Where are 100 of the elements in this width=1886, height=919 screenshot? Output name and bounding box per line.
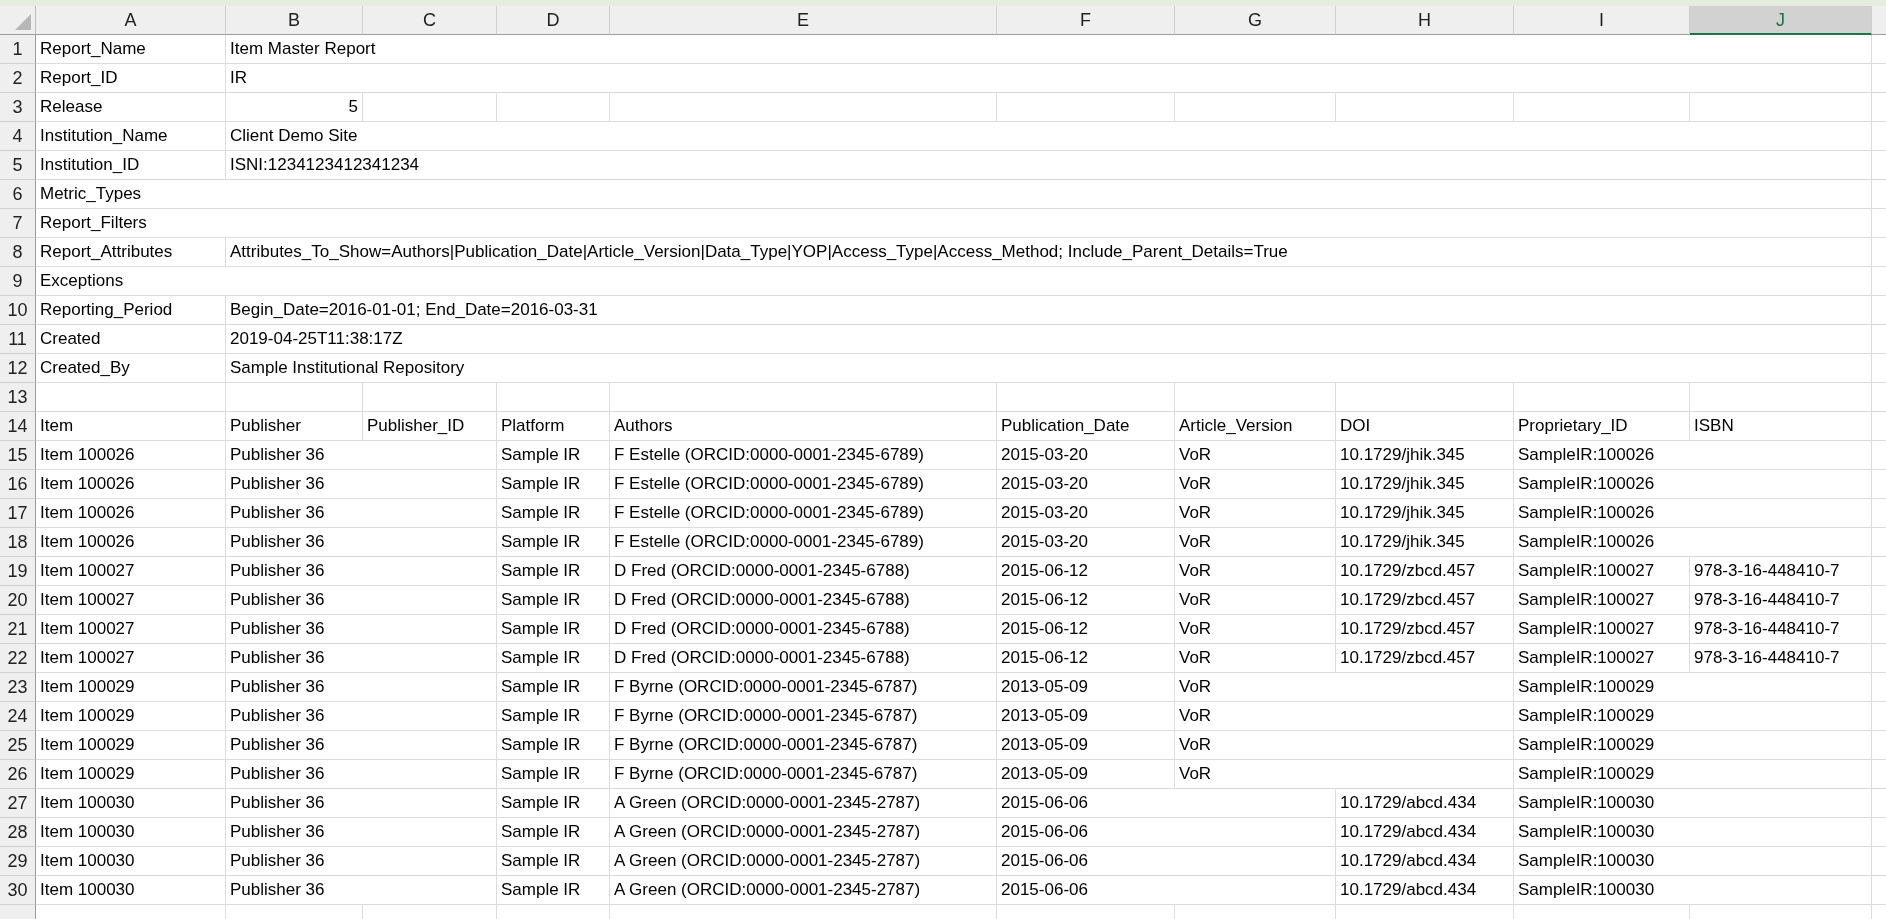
row-header[interactable]: 1 xyxy=(0,35,36,64)
row-header[interactable]: 23 xyxy=(0,673,36,702)
table-cell: Publisher 36 xyxy=(226,847,497,876)
table-cell: 2013-05-09 xyxy=(997,702,1175,731)
table-cell: F Byrne (ORCID:0000-0001-2345-6787) xyxy=(610,760,997,789)
row-header[interactable]: 8 xyxy=(0,238,36,267)
row-header[interactable]: 13 xyxy=(0,383,36,412)
table-cell: SampleIR:100029 xyxy=(1514,702,1872,731)
table-cell: Release xyxy=(36,93,226,122)
table-cell: Item 100027 xyxy=(36,615,226,644)
table-cell: SampleIR:100030 xyxy=(1514,876,1872,905)
row-header[interactable]: 19 xyxy=(0,557,36,586)
row-header[interactable]: 18 xyxy=(0,528,36,557)
table-cell: Item 100029 xyxy=(36,760,226,789)
table-cell: 2015-06-06 xyxy=(997,789,1336,818)
row-header[interactable]: 16 xyxy=(0,470,36,499)
table-cell: Attributes_To_Show=Authors|Publication_Date|Article_Version|Data_Type|YOP|Access_Type|Access_Method; Include_Parent_Details=True xyxy=(226,238,1872,267)
table-cell: F Estelle (ORCID:0000-0001-2345-6789) xyxy=(610,499,997,528)
row-header[interactable]: 28 xyxy=(0,818,36,847)
row-header[interactable]: 15 xyxy=(0,441,36,470)
table-cell: VoR xyxy=(1175,557,1336,586)
table-cell: 10.1729/zbcd.457 xyxy=(1336,586,1514,615)
row-header[interactable]: 30 xyxy=(0,876,36,905)
table-cell: IR xyxy=(226,64,1872,93)
row-header[interactable]: 29 xyxy=(0,847,36,876)
table-cell: 978-3-16-448410-7 xyxy=(1690,557,1872,586)
table-cell: Sample IR xyxy=(497,441,610,470)
row-header[interactable]: 11 xyxy=(0,325,36,354)
table-cell: Created_By xyxy=(36,354,226,383)
row-header[interactable]: 17 xyxy=(0,499,36,528)
table-cell: SampleIR:100029 xyxy=(1514,760,1872,789)
row-header[interactable]: 3 xyxy=(0,93,36,122)
row-header[interactable]: 5 xyxy=(0,151,36,180)
table-cell: 2015-06-06 xyxy=(997,876,1336,905)
column-header[interactable]: F xyxy=(997,6,1175,35)
row-header[interactable]: 20 xyxy=(0,586,36,615)
row-header[interactable]: 9 xyxy=(0,267,36,296)
table-cell: VoR xyxy=(1175,470,1336,499)
row-header[interactable]: 7 xyxy=(0,209,36,238)
column-header[interactable]: I xyxy=(1514,6,1690,35)
table-cell: F Byrne (ORCID:0000-0001-2345-6787) xyxy=(610,673,997,702)
row-header[interactable]: 6 xyxy=(0,180,36,209)
table-cell: Report_Attributes xyxy=(36,238,226,267)
table-cell: 10.1729/jhik.345 xyxy=(1336,470,1514,499)
row-header[interactable]: 22 xyxy=(0,644,36,673)
table-cell: Institution_ID xyxy=(36,151,226,180)
column-header[interactable]: B xyxy=(226,6,363,35)
table-cell: ISNI:1234123412341234 xyxy=(226,151,1872,180)
row-header[interactable]: 14 xyxy=(0,412,36,441)
table-cell: SampleIR:100026 xyxy=(1514,470,1872,499)
table-cell: 978-3-16-448410-7 xyxy=(1690,586,1872,615)
table-cell: Institution_Name xyxy=(36,122,226,151)
table-cell: Item 100030 xyxy=(36,876,226,905)
row-header[interactable]: 21 xyxy=(0,615,36,644)
table-cell: Sample IR xyxy=(497,673,610,702)
table-cell: 10.1729/zbcd.457 xyxy=(1336,615,1514,644)
column-header[interactable]: D xyxy=(497,6,610,35)
row-header[interactable]: 10 xyxy=(0,296,36,325)
column-header[interactable]: H xyxy=(1336,6,1514,35)
row-header[interactable]: 2 xyxy=(0,64,36,93)
column-header[interactable]: E xyxy=(610,6,997,35)
column-header[interactable]: C xyxy=(363,6,497,35)
column-header[interactable]: A xyxy=(36,6,226,35)
table-cell: Publisher 36 xyxy=(226,673,497,702)
table-cell: 2015-06-12 xyxy=(997,615,1175,644)
table-cell: SampleIR:100029 xyxy=(1514,731,1872,760)
table-cell: 10.1729/jhik.345 xyxy=(1336,499,1514,528)
table-cell: VoR xyxy=(1175,760,1514,789)
column-header[interactable]: G xyxy=(1175,6,1336,35)
table-cell: SampleIR:100027 xyxy=(1514,644,1690,673)
table-cell: Sample IR xyxy=(497,615,610,644)
corner-triangle-icon xyxy=(13,12,33,32)
row-header[interactable]: 25 xyxy=(0,731,36,760)
row-header[interactable]: 27 xyxy=(0,789,36,818)
select-all-button[interactable] xyxy=(0,6,36,35)
table-cell: 2013-05-09 xyxy=(997,731,1175,760)
table-cell: Sample IR xyxy=(497,528,610,557)
table-cell: 2015-06-12 xyxy=(997,586,1175,615)
row-header[interactable]: 12 xyxy=(0,354,36,383)
row-header[interactable]: 24 xyxy=(0,702,36,731)
table-cell: F Byrne (ORCID:0000-0001-2345-6787) xyxy=(610,702,997,731)
table-cell: Item 100030 xyxy=(36,818,226,847)
table-cell: Item 100030 xyxy=(36,789,226,818)
row-header[interactable]: 4 xyxy=(0,122,36,151)
row-header[interactable]: 26 xyxy=(0,760,36,789)
table-cell: Item 100026 xyxy=(36,441,226,470)
table-cell: Publisher 36 xyxy=(226,731,497,760)
table-cell: Item Master Report xyxy=(226,35,1872,64)
table-cell: Publisher 36 xyxy=(226,528,497,557)
table-cell: Report_ID xyxy=(36,64,226,93)
table-cell: VoR xyxy=(1175,644,1336,673)
table-cell: Report_Filters xyxy=(36,209,1872,238)
table-cell: Publisher 36 xyxy=(226,789,497,818)
table-cell: F Estelle (ORCID:0000-0001-2345-6789) xyxy=(610,441,997,470)
column-header[interactable]: J xyxy=(1690,6,1872,35)
table-cell: VoR xyxy=(1175,673,1514,702)
table-cell: Publication_Date xyxy=(997,412,1175,441)
table-cell: VoR xyxy=(1175,586,1336,615)
table-cell: 10.1729/abcd.434 xyxy=(1336,876,1514,905)
table-cell: Item 100029 xyxy=(36,702,226,731)
